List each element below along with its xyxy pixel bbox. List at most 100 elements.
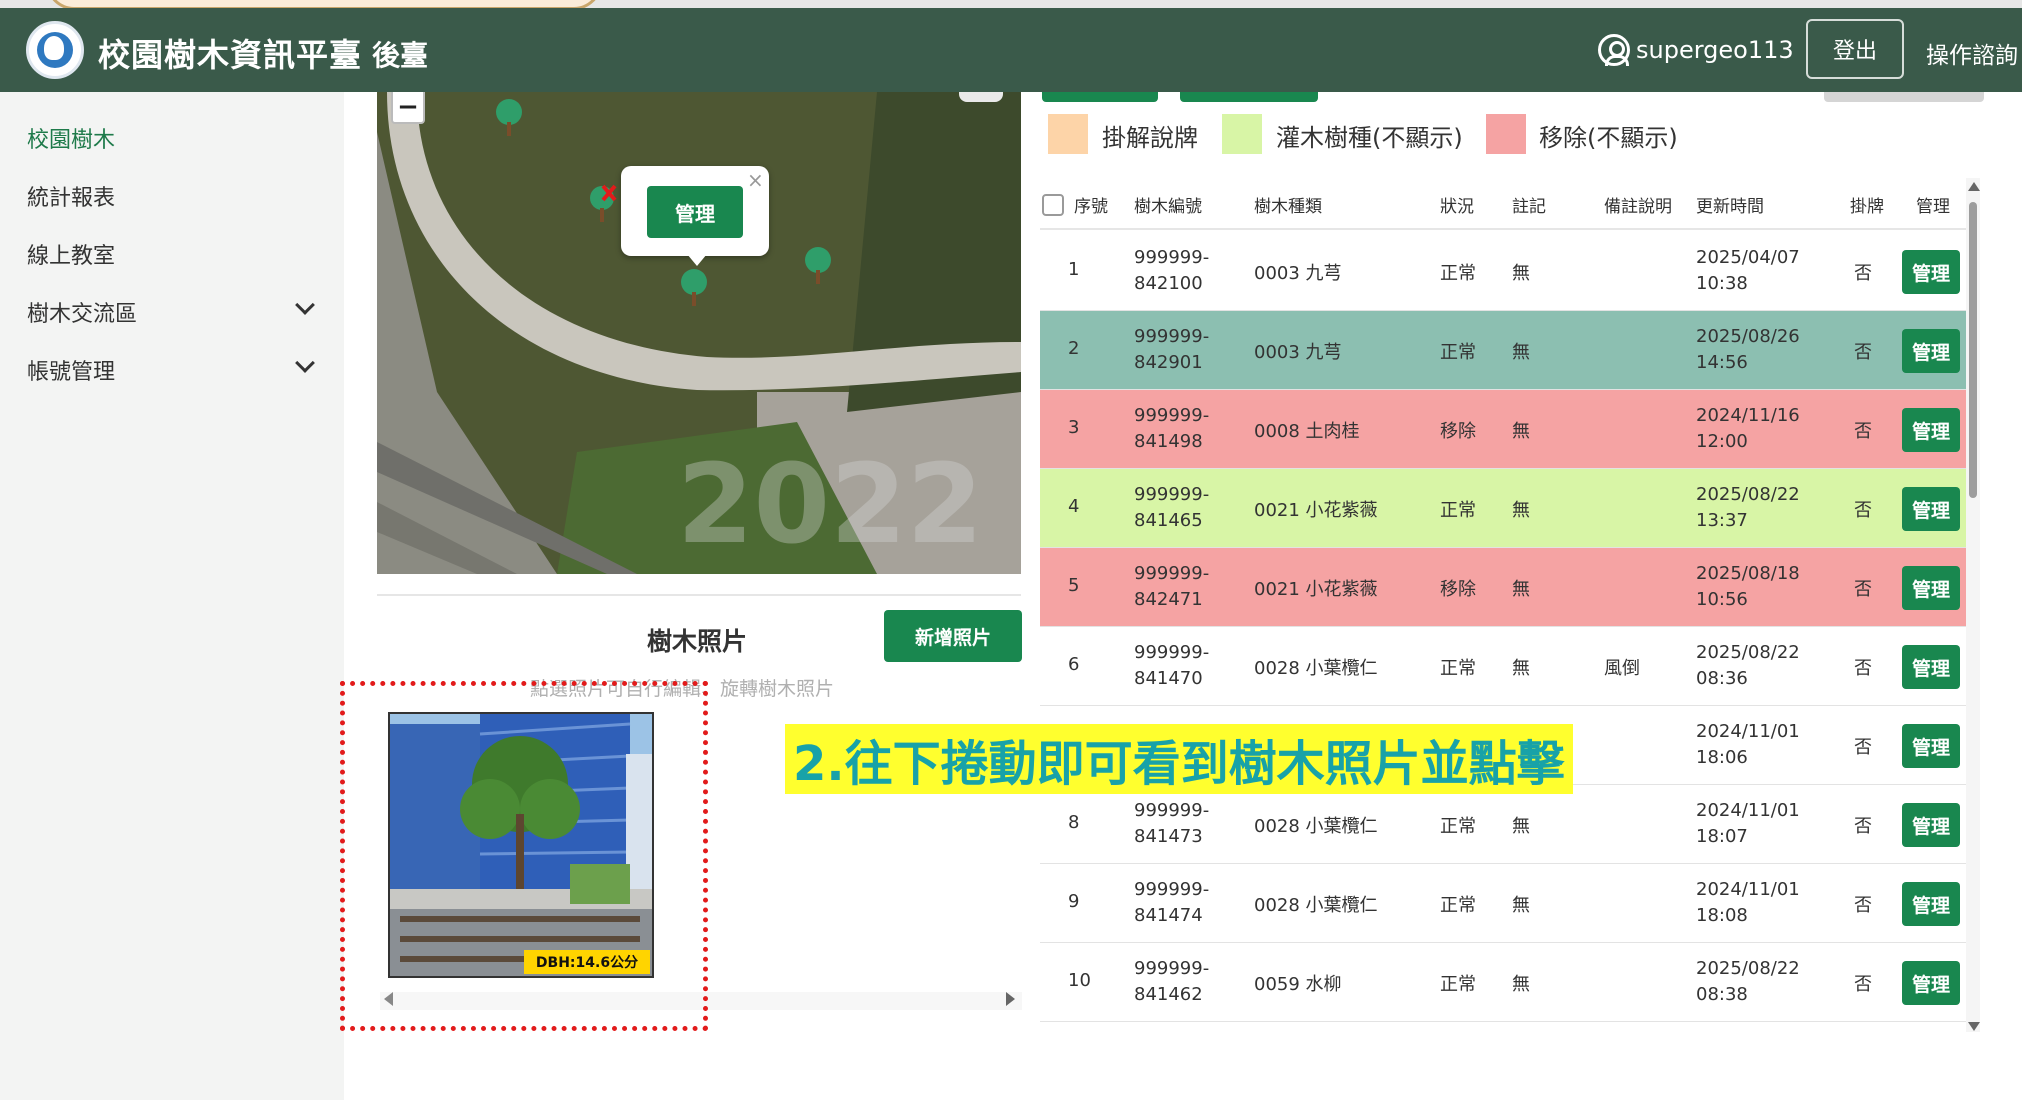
cell-updated: 2025/08/18 10:56: [1696, 561, 1800, 613]
cell-tree-id-line2: 841465: [1134, 510, 1203, 531]
cell-species: 0021 小花紫薇: [1254, 500, 1378, 521]
cell-mark: 無: [1512, 263, 1530, 284]
username[interactable]: supergeo113: [1636, 36, 1794, 64]
popup-manage-button[interactable]: 管理: [647, 186, 743, 238]
map-layer-control[interactable]: [959, 92, 1003, 102]
cell-tree-id-line1: 999999-: [1134, 958, 1210, 979]
cell-tree-id-line1: 999999-: [1134, 405, 1210, 426]
toolbar-button-partial-gray[interactable]: [1824, 92, 1984, 102]
close-icon[interactable]: ×: [747, 168, 764, 192]
col-header-tree-id: 樹木編號: [1134, 197, 1202, 217]
row-manage-button[interactable]: 管理: [1902, 566, 1960, 610]
chevron-down-icon[interactable]: [295, 353, 315, 373]
row-manage-button[interactable]: 管理: [1902, 882, 1960, 926]
cell-mark: 無: [1512, 342, 1530, 363]
cell-tree-id: 999999- 841498: [1134, 403, 1209, 455]
cell-tag: 否: [1854, 737, 1872, 758]
cell-tree-id: 999999- 841473: [1134, 798, 1209, 850]
cell-mark: 無: [1512, 500, 1530, 521]
sidebar-item-tree-forum[interactable]: 樹木交流區: [27, 296, 137, 328]
cell-mark: 無: [1512, 974, 1530, 995]
cell-updated: 2024/11/01 18:06: [1696, 719, 1800, 771]
cell-tree-id-line1: 999999-: [1134, 800, 1210, 821]
scroll-right-icon[interactable]: [1006, 992, 1015, 1006]
table-row[interactable]: 10 0059 水柳 正常 無 否 999999- 841462 2025/08/22 08:3…: [1040, 943, 1966, 1022]
row-manage-button[interactable]: 管理: [1902, 487, 1960, 531]
tree-marker-selected-icon[interactable]: [679, 268, 709, 308]
cell-updated-time: 18:06: [1696, 747, 1748, 768]
divider: [377, 594, 1021, 596]
tree-marker-removed-icon[interactable]: [589, 184, 619, 224]
row-manage-button[interactable]: 管理: [1902, 645, 1960, 689]
cell-status: 正常: [1440, 500, 1476, 521]
tree-marker-icon[interactable]: [803, 246, 833, 286]
row-manage-button[interactable]: 管理: [1902, 329, 1960, 373]
sidebar-item-reports[interactable]: 統計報表: [27, 180, 115, 212]
cell-tree-id: 999999- 842901: [1134, 324, 1209, 376]
sidebar-item-account[interactable]: 帳號管理: [27, 354, 115, 386]
toolbar-button-partial[interactable]: [1042, 92, 1158, 102]
cell-note: 風倒: [1604, 658, 1640, 679]
map-watermark: 2022: [677, 440, 983, 568]
cell-mark: 無: [1512, 579, 1530, 600]
cell-tree-id: 999999- 842471: [1134, 561, 1209, 613]
cell-tag: 否: [1854, 579, 1872, 600]
scroll-up-icon[interactable]: [1968, 182, 1980, 191]
col-header-no: 序號: [1074, 197, 1108, 217]
cell-no: 1: [1068, 259, 1080, 280]
row-manage-button[interactable]: 管理: [1902, 408, 1960, 452]
cell-updated-date: 2025/08/18: [1696, 563, 1800, 584]
table-row[interactable]: 6 0028 小葉欖仁 正常 無 風倒 否 999999- 841470 2025/08/22 0…: [1040, 627, 1966, 706]
cell-tree-id-line2: 842901: [1134, 352, 1203, 373]
cell-updated: 2024/11/01 18:07: [1696, 798, 1800, 850]
help-link[interactable]: 操作諮詢: [1926, 36, 2018, 70]
cell-updated-time: 08:38: [1696, 984, 1748, 1005]
cell-updated: 2025/04/07 10:38: [1696, 245, 1800, 297]
chevron-down-icon[interactable]: [295, 295, 315, 315]
cell-tree-id-line2: 841470: [1134, 668, 1203, 689]
cell-no: 10: [1068, 970, 1091, 991]
sidebar-item-online-class[interactable]: 線上教室: [27, 238, 115, 270]
cell-status: 移除: [1440, 421, 1476, 442]
app-header: 校園樹木資訊平臺 後臺 supergeo113 登出 操作諮詢: [0, 8, 2022, 92]
cell-updated: 2024/11/01 18:08: [1696, 877, 1800, 929]
highlight-box: [340, 681, 708, 1031]
cell-no: 5: [1068, 575, 1080, 596]
row-manage-button[interactable]: 管理: [1902, 250, 1960, 294]
table-row[interactable]: 5 0021 小花紫薇 移除 無 否 999999- 842471 2025/08/18 10:…: [1040, 548, 1966, 627]
row-manage-button[interactable]: 管理: [1902, 803, 1960, 847]
table-scrollbar-thumb[interactable]: [1969, 202, 1977, 498]
cell-tag: 否: [1854, 342, 1872, 363]
col-header-species: 樹木種類: [1254, 197, 1322, 217]
col-header-status: 狀況: [1440, 197, 1474, 217]
tree-marker-icon[interactable]: [494, 98, 524, 138]
col-header-note: 備註說明: [1604, 197, 1672, 217]
table-header: 序號 樹木編號 樹木種類 狀況 註記 備註說明 更新時間 掛牌 管理: [1040, 178, 1966, 230]
logout-button[interactable]: 登出: [1806, 19, 1904, 79]
add-photo-button[interactable]: 新增照片: [884, 610, 1022, 662]
cell-mark: 無: [1512, 658, 1530, 679]
scroll-down-icon[interactable]: [1968, 1022, 1980, 1031]
cell-updated-date: 2024/11/16: [1696, 405, 1800, 426]
table-row[interactable]: 9 0028 小葉欖仁 正常 無 否 999999- 841474 2024/11/01 18:…: [1040, 864, 1966, 943]
table-row[interactable]: 3 0008 土肉桂 移除 無 否 999999- 841498 2024/11/16 12:0…: [1040, 390, 1966, 469]
toolbar-button-partial[interactable]: [1180, 92, 1318, 102]
table-row[interactable]: 8 0028 小葉欖仁 正常 無 否 999999- 841473 2024/11/01 18:…: [1040, 785, 1966, 864]
satellite-map[interactable]: 2022 − × 管理: [377, 92, 1021, 574]
cell-updated-date: 2025/08/22: [1696, 484, 1800, 505]
zoom-out-button[interactable]: −: [391, 92, 425, 124]
cell-mark: 無: [1512, 421, 1530, 442]
cell-species: 0003 九芎: [1254, 263, 1342, 284]
cell-species: 0003 九芎: [1254, 342, 1342, 363]
select-all-checkbox[interactable]: [1042, 194, 1064, 216]
table-row[interactable]: 2 0003 九芎 正常 無 否 999999- 842901 2025/08/26 14:56…: [1040, 311, 1966, 390]
cell-tree-id-line2: 842471: [1134, 589, 1203, 610]
cell-updated-date: 2024/11/01: [1696, 721, 1800, 742]
sidebar-item-campus-trees[interactable]: 校園樹木: [27, 122, 115, 154]
table-row[interactable]: 1 0003 九芎 正常 無 否 999999- 842100 2025/04/07 10:38…: [1040, 232, 1966, 311]
row-manage-button[interactable]: 管理: [1902, 724, 1960, 768]
cell-tree-id-line1: 999999-: [1134, 484, 1210, 505]
cell-tree-id-line1: 999999-: [1134, 879, 1210, 900]
table-row[interactable]: 4 0021 小花紫薇 正常 無 否 999999- 841465 2025/08/22 13:…: [1040, 469, 1966, 548]
row-manage-button[interactable]: 管理: [1902, 961, 1960, 1005]
